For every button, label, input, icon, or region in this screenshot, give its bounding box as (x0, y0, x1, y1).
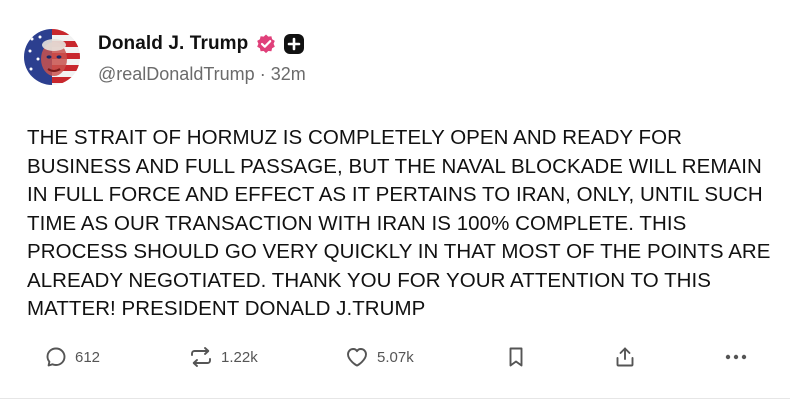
share-icon (613, 345, 637, 369)
action-bar: 612 1.22k 5.07k (0, 340, 790, 374)
reply-button[interactable]: 612 (44, 340, 100, 374)
bookmark-button[interactable] (504, 340, 528, 374)
post-timestamp[interactable]: 32m (271, 64, 306, 85)
plus-icon (283, 33, 305, 55)
share-button[interactable] (613, 340, 637, 374)
repost-count: 1.22k (221, 348, 258, 366)
verified-check-icon (255, 33, 277, 55)
author-name-row: Donald J. Trump (98, 31, 305, 57)
divider (0, 398, 790, 399)
like-count: 5.07k (377, 348, 414, 366)
repost-button[interactable]: 1.22k (188, 340, 258, 374)
reply-count: 612 (75, 348, 101, 366)
author-handle-row: @realDonaldTrump · 32m (98, 64, 306, 85)
meta-separator: · (259, 64, 266, 84)
bookmark-icon (504, 345, 528, 369)
repost-icon (188, 345, 214, 369)
avatar-image (24, 29, 80, 85)
avatar[interactable] (24, 29, 80, 85)
more-icon (722, 345, 750, 369)
heart-icon (344, 345, 370, 369)
reply-icon (44, 345, 68, 369)
more-options-button[interactable] (722, 340, 750, 374)
post-card: Donald J. Trump @realDonaldTrump · 32m T… (0, 0, 790, 408)
like-button[interactable]: 5.07k (344, 340, 414, 374)
author-handle[interactable]: @realDonaldTrump (98, 64, 255, 85)
post-text: THE STRAIT OF HORMUZ IS COMPLETELY OPEN … (27, 126, 771, 320)
author-display-name[interactable]: Donald J. Trump (98, 33, 248, 55)
